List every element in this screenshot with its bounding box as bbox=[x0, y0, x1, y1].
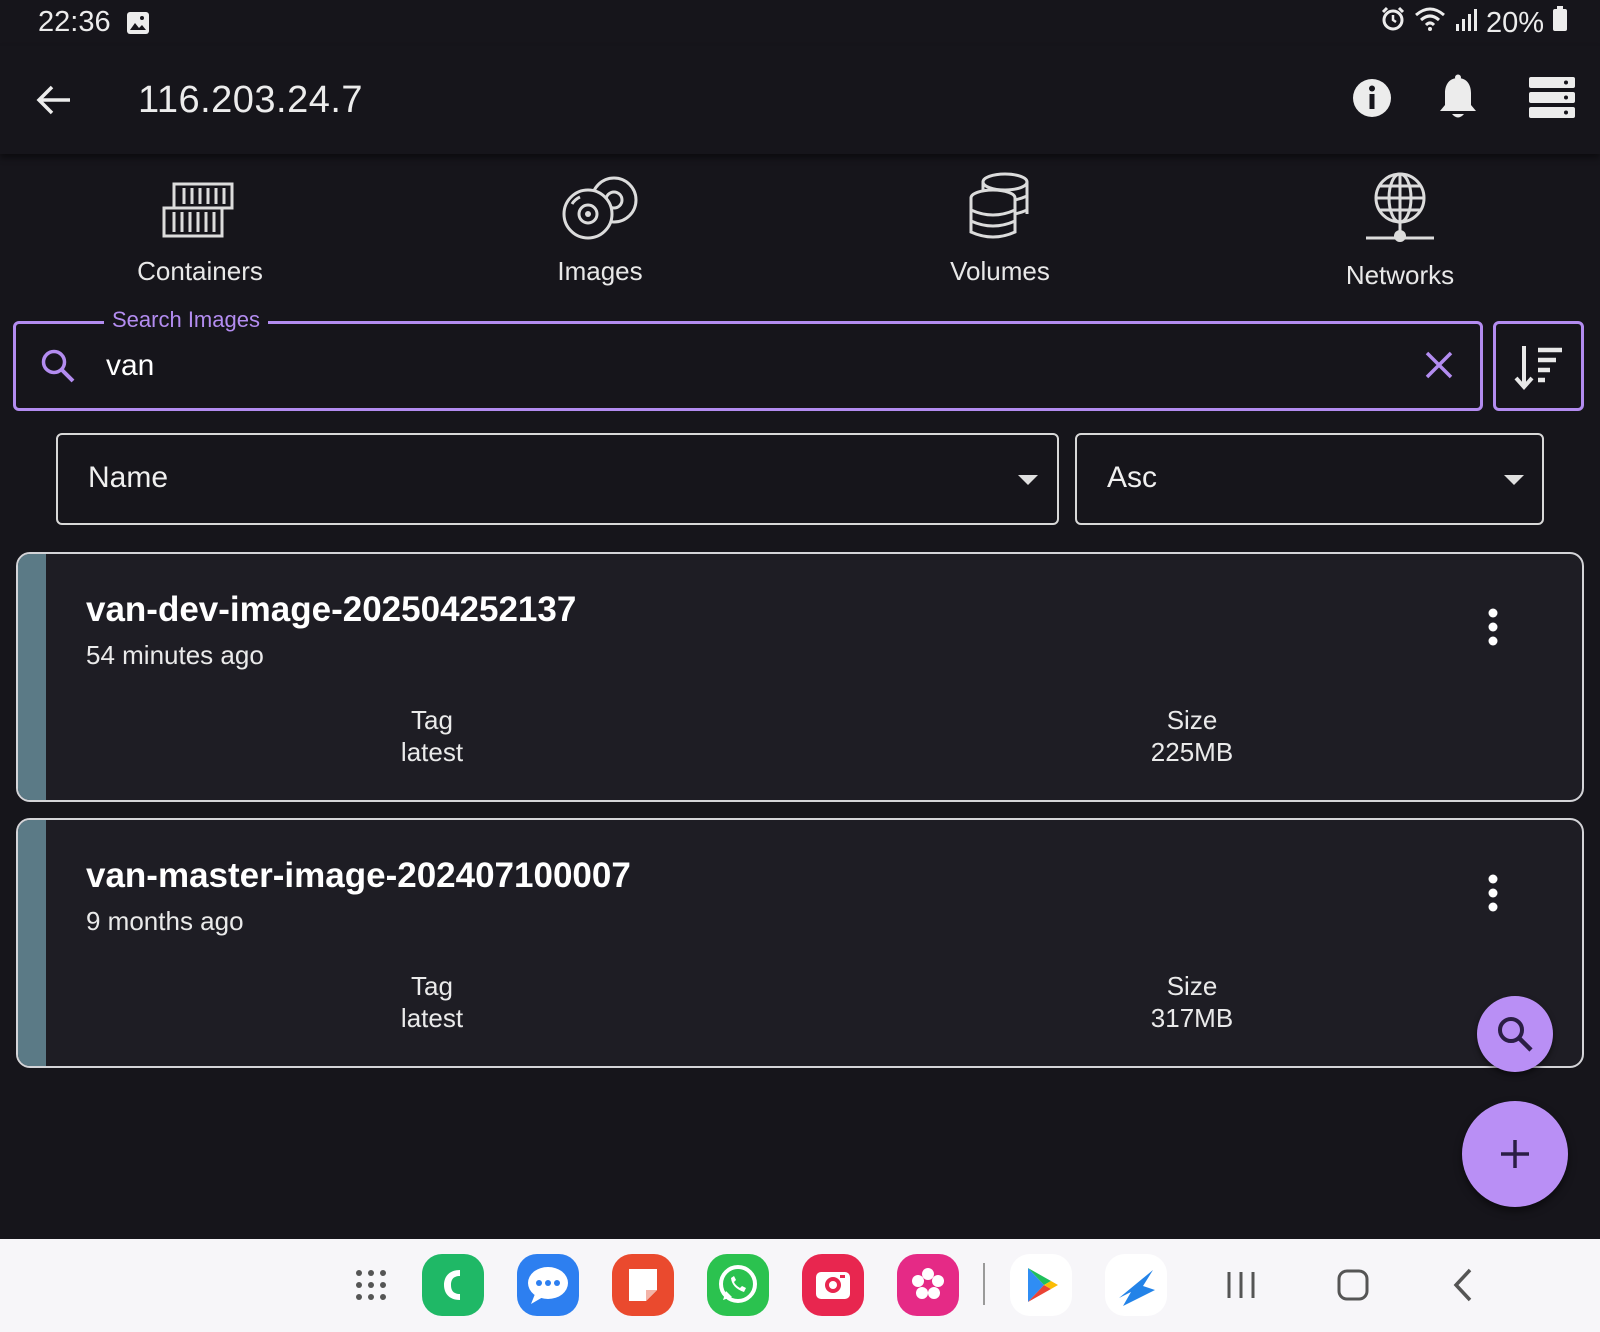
gallery-icon bbox=[126, 11, 150, 40]
size-value: 225MB bbox=[1150, 737, 1234, 767]
battery-icon bbox=[1552, 6, 1568, 40]
networks-icon bbox=[1300, 170, 1500, 246]
search-label: Search Images bbox=[104, 307, 268, 333]
app-bar: 116.203.24.7 bbox=[0, 46, 1600, 154]
add-image-fab[interactable] bbox=[1462, 1101, 1568, 1207]
tab-label: Images bbox=[557, 256, 643, 286]
image-name: van-dev-image-202504252137 bbox=[86, 590, 577, 629]
chevron-down-icon bbox=[1018, 475, 1038, 485]
size-field: Size 225MB bbox=[1092, 704, 1292, 768]
containers-icon bbox=[100, 170, 300, 242]
size-label: Size bbox=[1166, 705, 1218, 735]
tab-volumes[interactable]: Volumes bbox=[900, 170, 1100, 287]
tag-value: latest bbox=[400, 1003, 464, 1033]
image-age: 9 months ago bbox=[86, 906, 244, 936]
tab-containers[interactable]: Containers bbox=[100, 170, 300, 287]
tag-label: Tag bbox=[411, 971, 453, 1001]
image-age: 54 minutes ago bbox=[86, 640, 264, 670]
tag-value: latest bbox=[400, 737, 464, 767]
dock-divider bbox=[983, 1263, 985, 1305]
status-time: 22:36 bbox=[38, 6, 111, 38]
clear-icon[interactable] bbox=[1424, 350, 1454, 385]
flower-gallery-icon[interactable] bbox=[897, 1254, 959, 1316]
tab-label: Networks bbox=[1345, 260, 1455, 290]
back-arrow-icon[interactable] bbox=[34, 80, 74, 120]
tag-field: Tag latest bbox=[332, 704, 532, 768]
sort-field-value: Name bbox=[88, 461, 169, 494]
image-card[interactable]: van-dev-image-202504252137 54 minutes ag… bbox=[16, 552, 1584, 802]
notes-icon[interactable] bbox=[612, 1254, 674, 1316]
bell-icon[interactable] bbox=[1437, 74, 1479, 127]
play-store-icon[interactable] bbox=[1010, 1254, 1072, 1316]
more-vert-icon[interactable] bbox=[1486, 874, 1500, 917]
card-stripe bbox=[18, 820, 46, 1066]
search-icon bbox=[40, 348, 76, 389]
tag-field: Tag latest bbox=[332, 970, 532, 1034]
battery-percent: 20% bbox=[1485, 6, 1544, 39]
search-field[interactable]: Search Images bbox=[13, 307, 1483, 411]
resource-tabs: Containers Images Volumes Networks bbox=[0, 170, 1600, 300]
chevron-down-icon bbox=[1504, 475, 1524, 485]
status-right: 20% bbox=[1380, 6, 1568, 40]
sort-field-select[interactable]: Name bbox=[56, 433, 1059, 525]
more-vert-icon[interactable] bbox=[1486, 608, 1500, 651]
tab-label: Volumes bbox=[950, 256, 1050, 286]
search-fab[interactable] bbox=[1477, 996, 1553, 1072]
phone-icon[interactable] bbox=[422, 1254, 484, 1316]
size-value: 317MB bbox=[1150, 1003, 1234, 1033]
messages-icon[interactable] bbox=[517, 1254, 579, 1316]
sort-toggle-button[interactable] bbox=[1493, 321, 1584, 411]
image-name: van-master-image-202407100007 bbox=[86, 856, 631, 895]
search-input[interactable] bbox=[106, 344, 1346, 388]
server-icon[interactable] bbox=[1528, 76, 1576, 125]
whatsapp-icon[interactable] bbox=[707, 1254, 769, 1316]
alarm-icon bbox=[1380, 6, 1406, 40]
image-card[interactable]: van-master-image-202407100007 9 months a… bbox=[16, 818, 1584, 1068]
status-bar: 22:36 20% bbox=[0, 0, 1600, 46]
wifi-icon bbox=[1414, 6, 1446, 40]
back-nav-icon[interactable] bbox=[1432, 1254, 1494, 1316]
images-icon bbox=[500, 170, 700, 242]
tab-label: Containers bbox=[137, 256, 263, 286]
info-icon[interactable] bbox=[1352, 78, 1392, 123]
apps-grid-icon[interactable] bbox=[340, 1254, 402, 1316]
camera-icon[interactable] bbox=[802, 1254, 864, 1316]
sort-order-select[interactable]: Asc bbox=[1075, 433, 1544, 525]
tab-networks[interactable]: Networks bbox=[1300, 170, 1500, 291]
page-title: 116.203.24.7 bbox=[138, 79, 364, 121]
volumes-icon bbox=[900, 170, 1100, 242]
recents-nav-icon[interactable] bbox=[1210, 1254, 1272, 1316]
system-taskbar bbox=[0, 1239, 1600, 1332]
size-label: Size bbox=[1166, 971, 1218, 1001]
tab-images[interactable]: Images bbox=[500, 170, 700, 287]
sort-order-value: Asc bbox=[1107, 461, 1158, 494]
card-stripe bbox=[18, 554, 46, 800]
home-nav-icon[interactable] bbox=[1322, 1254, 1384, 1316]
size-field: Size 317MB bbox=[1092, 970, 1292, 1034]
signal-icon bbox=[1454, 7, 1478, 40]
tag-label: Tag bbox=[411, 705, 453, 735]
forward-app-icon[interactable] bbox=[1105, 1254, 1167, 1316]
